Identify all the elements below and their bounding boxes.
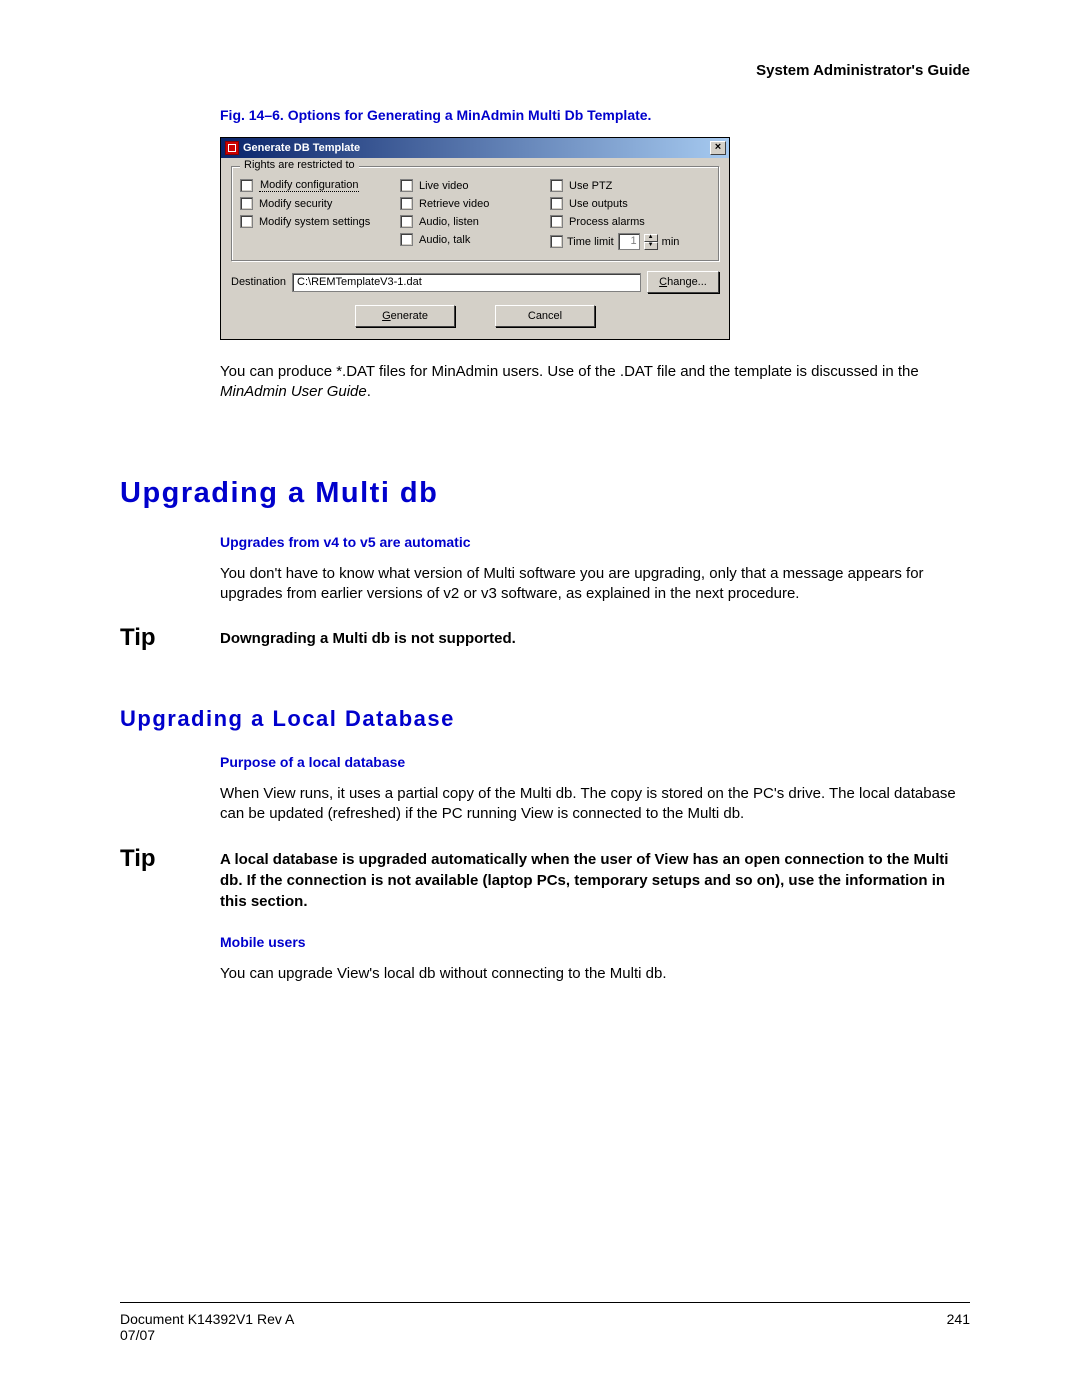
close-icon[interactable]: × <box>710 141 726 155</box>
subheading-upgrades-automatic: Upgrades from v4 to v5 are automatic <box>220 534 970 550</box>
footer-page-number: 241 <box>947 1311 970 1343</box>
checkbox-audio-listen[interactable]: Audio, listen <box>400 215 550 228</box>
tip-downgrading: Downgrading a Multi db is not supported. <box>220 624 516 649</box>
paragraph-mobile-users: You can upgrade View's local db without … <box>220 964 970 984</box>
tip-local-db-upgrade: A local database is upgraded automatical… <box>220 845 970 912</box>
paragraph-local-db-purpose: When View runs, it uses a partial copy o… <box>220 784 970 825</box>
heading-upgrading-multi-db: Upgrading a Multi db <box>120 477 970 510</box>
checkbox-time-limit[interactable]: Time limit 1 ▲ ▼ min <box>550 233 710 250</box>
figure-caption: Fig. 14–6. Options for Generating a MinA… <box>220 107 970 123</box>
checkbox-modify-configuration[interactable]: Modify configuration <box>240 179 400 192</box>
page-header-title: System Administrator's Guide <box>120 62 970 79</box>
checkbox-use-ptz[interactable]: Use PTZ <box>550 179 710 192</box>
paragraph-upgrade-auto: You don't have to know what version of M… <box>220 564 970 605</box>
change-button[interactable]: Change... <box>647 271 719 293</box>
time-limit-spinner[interactable]: ▲ ▼ <box>644 234 658 250</box>
chevron-up-icon[interactable]: ▲ <box>644 234 658 242</box>
paragraph-dat-files: You can produce *.DAT files for MinAdmin… <box>220 362 970 403</box>
tip-label: Tip <box>120 845 220 873</box>
subheading-mobile-users: Mobile users <box>220 934 970 950</box>
checkbox-process-alarms[interactable]: Process alarms <box>550 215 710 228</box>
destination-input[interactable]: C:\REMTemplateV3-1.dat <box>292 273 641 292</box>
subheading-purpose-local-db: Purpose of a local database <box>220 754 970 770</box>
footer-document-id: Document K14392V1 Rev A <box>120 1311 294 1327</box>
checkbox-audio-talk[interactable]: Audio, talk <box>400 233 550 246</box>
cancel-button[interactable]: Cancel <box>495 305 595 327</box>
footer-date: 07/07 <box>120 1327 294 1343</box>
checkbox-modify-system-settings[interactable]: Modify system settings <box>240 215 400 228</box>
dialog-titlebar: Generate DB Template × <box>221 138 729 158</box>
generate-db-template-dialog: Generate DB Template × Rights are restri… <box>220 137 730 340</box>
time-limit-input[interactable]: 1 <box>618 233 640 250</box>
chevron-down-icon[interactable]: ▼ <box>644 242 658 250</box>
dialog-screenshot: Generate DB Template × Rights are restri… <box>220 137 970 340</box>
checkbox-use-outputs[interactable]: Use outputs <box>550 197 710 210</box>
checkbox-retrieve-video[interactable]: Retrieve video <box>400 197 550 210</box>
dialog-title: Generate DB Template <box>243 142 710 154</box>
tip-label: Tip <box>120 624 220 652</box>
generate-button[interactable]: Generate <box>355 305 455 327</box>
destination-label: Destination <box>231 276 286 288</box>
dialog-app-icon <box>225 141 239 155</box>
checkbox-live-video[interactable]: Live video <box>400 179 550 192</box>
page-footer: Document K14392V1 Rev A 07/07 241 <box>120 1302 970 1343</box>
rights-groupbox: Rights are restricted to Modify configur… <box>231 166 719 261</box>
time-limit-unit: min <box>662 236 680 248</box>
groupbox-title: Rights are restricted to <box>240 159 359 171</box>
checkbox-modify-security[interactable]: Modify security <box>240 197 400 210</box>
heading-upgrading-local-db: Upgrading a Local Database <box>120 706 970 732</box>
